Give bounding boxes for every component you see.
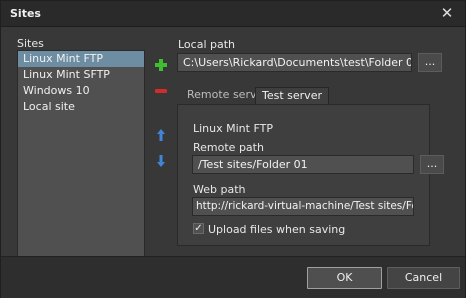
site-name-label: Linux Mint FTP: [193, 122, 273, 135]
local-path-browse-button[interactable]: ...: [418, 53, 442, 72]
ok-button[interactable]: OK: [307, 267, 382, 289]
close-icon[interactable]: ✕: [439, 5, 455, 21]
site-item-linux-mint-ftp[interactable]: Linux Mint FTP: [18, 51, 144, 67]
sites-list[interactable]: Linux Mint FTP Linux Mint SFTP Windows 1…: [17, 50, 145, 257]
sites-dialog: Sites ✕ Sites Linux Mint FTP Linux Mint …: [0, 0, 466, 298]
local-path-label: Local path: [178, 38, 236, 51]
web-path-field[interactable]: http://rickard-virtual-machine/Test site…: [192, 197, 414, 216]
arrow-up-icon[interactable]: [153, 127, 169, 143]
site-item-local-site[interactable]: Local site: [18, 99, 144, 115]
remote-path-browse-button[interactable]: ...: [420, 155, 444, 174]
local-path-field[interactable]: C:\Users\Rickard\Documents\test\Folder 0…: [177, 53, 412, 72]
web-path-label: Web path: [193, 183, 246, 196]
upload-on-save-checkbox[interactable]: ✓: [193, 223, 204, 234]
site-item-windows-10[interactable]: Windows 10: [18, 83, 144, 99]
dialog-title: Sites: [10, 7, 41, 20]
upload-on-save-label[interactable]: Upload files when saving: [208, 223, 345, 236]
remote-path-label: Remote path: [193, 141, 264, 154]
cancel-button[interactable]: Cancel: [387, 267, 460, 289]
site-item-linux-mint-sftp[interactable]: Linux Mint SFTP: [18, 67, 144, 83]
remote-path-field[interactable]: /Test sites/Folder 01: [192, 155, 414, 174]
arrow-down-icon[interactable]: [153, 153, 169, 169]
tab-test-server[interactable]: Test server: [255, 87, 329, 105]
sites-label: Sites: [17, 37, 44, 50]
title-bar: Sites ✕: [1, 1, 465, 27]
minus-icon[interactable]: [153, 83, 169, 99]
plus-icon[interactable]: [153, 57, 169, 73]
